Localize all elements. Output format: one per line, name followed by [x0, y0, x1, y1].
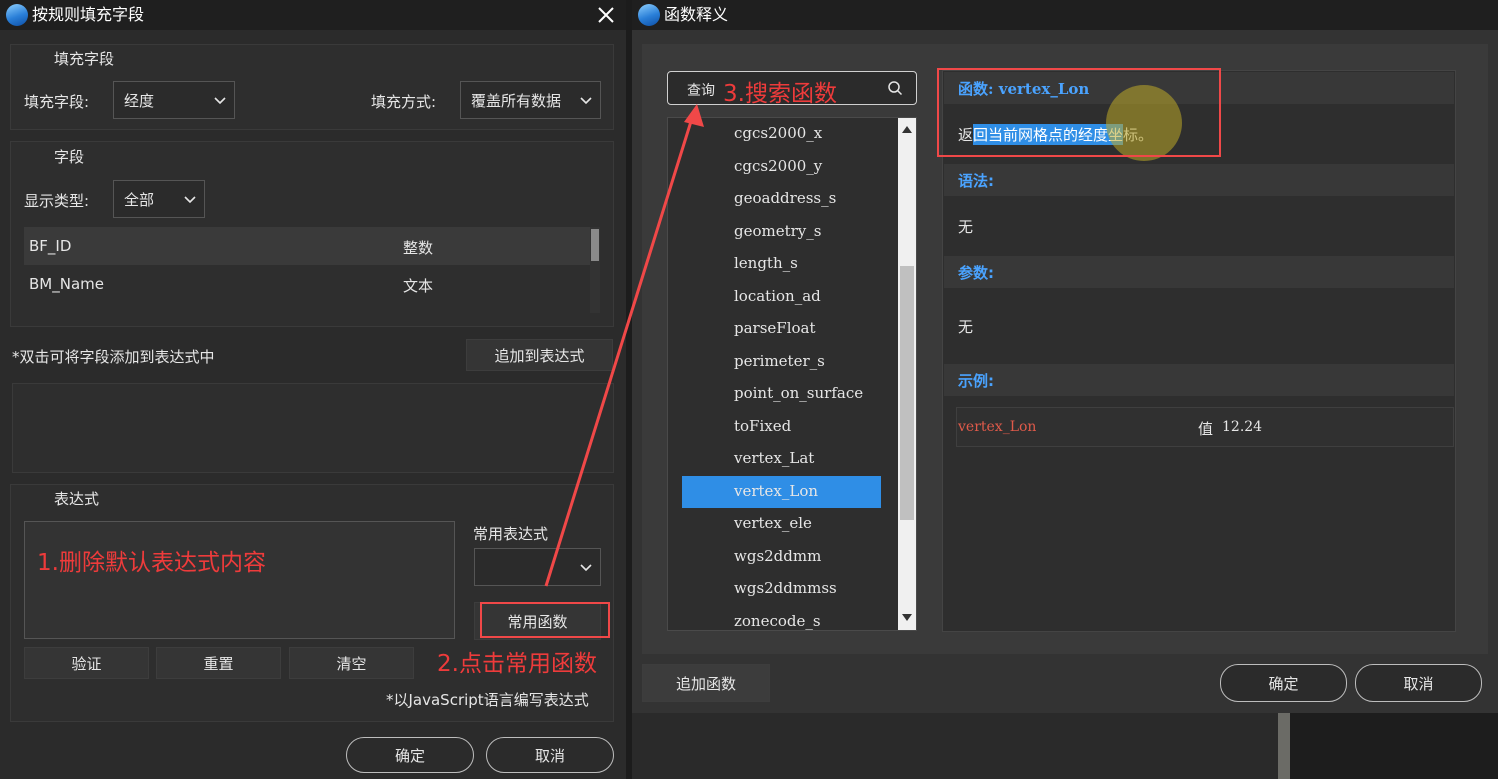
- annotation-arrow: [544, 104, 704, 587]
